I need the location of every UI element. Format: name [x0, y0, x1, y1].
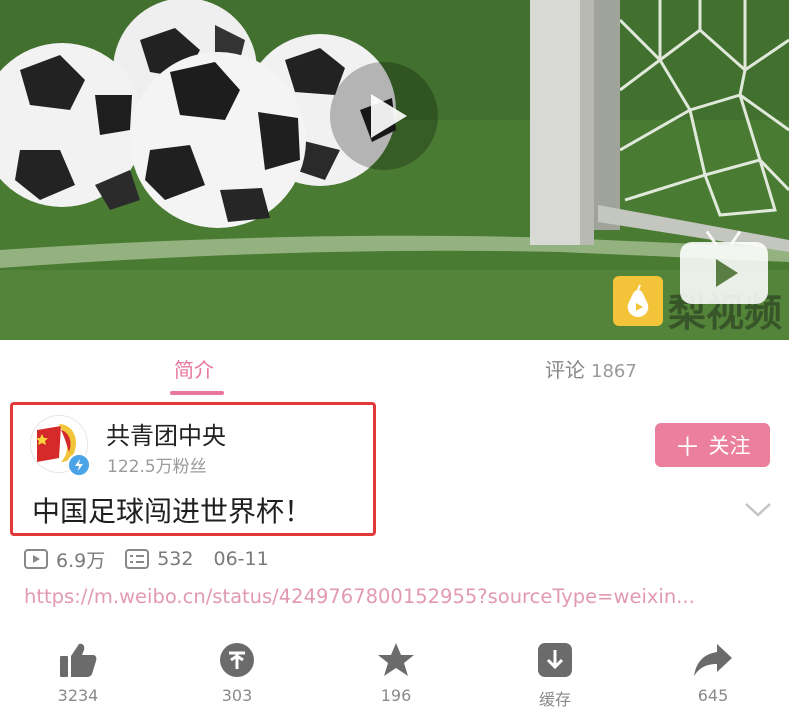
follow-button[interactable]: ＋ 关注 — [655, 423, 770, 467]
football-ball-4 — [130, 52, 306, 228]
coin-button[interactable]: 303 — [197, 640, 277, 705]
like-button[interactable]: 3234 — [38, 640, 118, 705]
plus-icon: ＋ — [674, 432, 701, 463]
chevron-down-icon[interactable] — [744, 502, 772, 522]
tv-logo-icon — [680, 242, 768, 304]
star-icon — [377, 640, 415, 680]
play-button[interactable] — [330, 62, 438, 170]
tab-comments-label: 评论 — [545, 358, 585, 382]
play-icon — [371, 94, 407, 138]
tab-intro[interactable]: 简介 — [174, 354, 214, 383]
share-icon — [693, 640, 733, 680]
download-label: 缓存 — [538, 690, 571, 709]
danmaku-icon — [125, 549, 150, 569]
source-link[interactable]: https://m.weibo.cn/status/42497678001529… — [24, 585, 695, 608]
tab-comments[interactable]: 评论 1867 — [545, 354, 637, 383]
tab-bar: 简介 评论 1867 — [0, 340, 789, 398]
download-button[interactable]: 缓存 — [515, 640, 595, 710]
follow-label: 关注 — [708, 434, 751, 458]
post-date: 06-11 — [213, 548, 269, 570]
coin-count: 303 — [221, 686, 253, 705]
tab-active-indicator — [170, 391, 224, 395]
danmaku-count: 532 — [157, 548, 194, 570]
pear-logo-icon — [613, 276, 663, 326]
share-count: 645 — [697, 686, 729, 705]
thumbs-up-icon — [59, 640, 97, 680]
play-count-icon — [24, 549, 48, 569]
like-count: 3234 — [57, 686, 99, 705]
highlight-annotation-box — [10, 402, 376, 536]
favorite-button[interactable]: 196 — [356, 640, 436, 705]
tab-comments-count: 1867 — [591, 361, 637, 382]
action-bar: 3234 303 196 缓存 645 — [0, 640, 789, 710]
download-icon — [537, 640, 573, 680]
coin-icon — [219, 640, 255, 680]
video-player[interactable]: 梨视频 — [0, 0, 789, 340]
play-count: 6.9万 — [56, 549, 106, 572]
share-button[interactable]: 645 — [673, 640, 753, 705]
favorite-count: 196 — [380, 686, 412, 705]
stats-row: 6.9万 532 06-11 — [24, 546, 289, 572]
